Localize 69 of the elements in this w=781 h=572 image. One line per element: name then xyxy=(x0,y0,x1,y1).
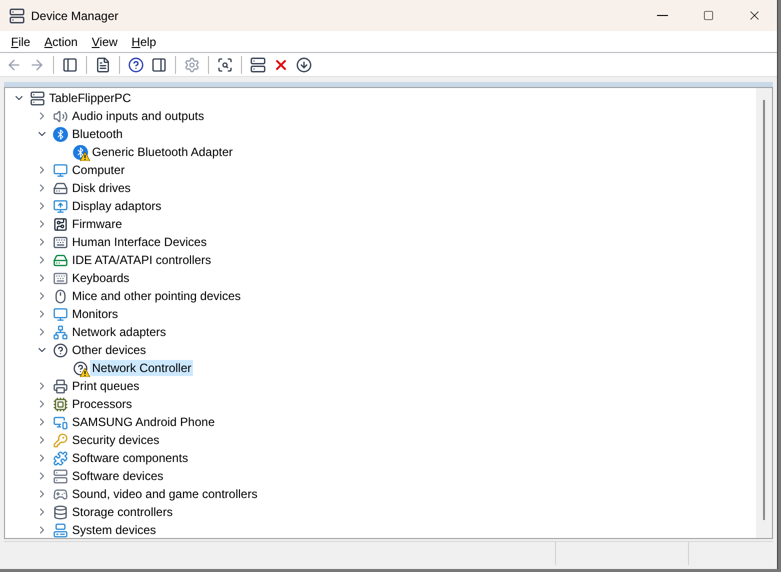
puzzle-icon xyxy=(52,450,68,466)
window-title: Device Manager xyxy=(31,8,118,24)
menu-item[interactable]: View xyxy=(84,32,125,50)
tree-item[interactable]: Processors xyxy=(70,396,134,412)
forward-icon xyxy=(29,56,45,72)
tree-item[interactable]: Other devices xyxy=(70,342,148,358)
keyboard-icon xyxy=(52,234,68,250)
download-icon xyxy=(296,56,312,72)
tree-item[interactable]: Software devices xyxy=(70,468,166,484)
monitor-icon xyxy=(52,306,68,322)
tree-item[interactable]: Software components xyxy=(70,450,190,466)
tree-item[interactable]: IDE ATA/ATAPI controllers xyxy=(70,252,214,268)
minimize-icon xyxy=(656,15,668,16)
toolbar-button[interactable] xyxy=(248,54,268,74)
tree-item[interactable]: TableFlipperPC xyxy=(47,90,134,106)
document-icon xyxy=(95,56,111,72)
tree-item[interactable]: Monitors xyxy=(70,306,120,322)
panel-icon xyxy=(62,56,78,72)
gear-icon xyxy=(184,56,200,72)
processor-icon xyxy=(52,396,68,412)
computer-icon xyxy=(52,522,68,538)
scrollbar[interactable] xyxy=(756,88,772,538)
storage-icon xyxy=(52,504,68,520)
bluetooth-icon xyxy=(52,126,68,142)
monitor-icon xyxy=(52,162,68,178)
scan-icon xyxy=(217,56,233,72)
drive-icon xyxy=(52,180,68,196)
computer-icon xyxy=(30,90,44,106)
tree-item[interactable]: SAMSUNG Android Phone xyxy=(70,414,217,430)
question-icon xyxy=(52,342,68,358)
tree-item[interactable]: Security devices xyxy=(70,432,162,448)
mouse-icon xyxy=(52,288,68,304)
printer-icon xyxy=(52,378,68,394)
tree-item[interactable]: System devices xyxy=(70,522,158,538)
tree-item[interactable]: Audio inputs and outputs xyxy=(70,108,206,124)
server-icon xyxy=(52,468,68,484)
toolbar-button[interactable] xyxy=(126,54,146,74)
maximize-icon xyxy=(702,10,714,21)
tree-item[interactable]: Mice and other pointing devices xyxy=(70,288,243,304)
tree-item[interactable]: Network Controller xyxy=(90,360,194,376)
device-icon xyxy=(250,56,266,72)
keyboard-icon xyxy=(52,270,68,286)
tree-item[interactable]: Sound, video and game controllers xyxy=(70,486,260,502)
panel-icon xyxy=(151,56,167,72)
tree-item[interactable]: Display adaptors xyxy=(70,198,164,214)
network-icon xyxy=(52,324,68,340)
tree-item[interactable]: Firmware xyxy=(70,216,124,232)
app-icon xyxy=(9,8,25,24)
tree-item[interactable]: Human Interface Devices xyxy=(70,234,209,250)
help-icon xyxy=(128,56,144,72)
monitor-icon xyxy=(52,198,68,214)
tree-item[interactable]: Print queues xyxy=(70,378,142,394)
monitor-icon xyxy=(52,414,68,430)
tree-item[interactable]: Keyboards xyxy=(70,270,132,286)
menu-item[interactable]: File xyxy=(4,32,38,50)
tree-item[interactable]: Bluetooth xyxy=(70,126,125,142)
menu-item[interactable]: Action xyxy=(37,32,85,50)
tree-item[interactable]: Generic Bluetooth Adapter xyxy=(90,144,235,160)
tree-item[interactable]: Computer xyxy=(70,162,127,178)
back-icon xyxy=(6,56,22,72)
key-icon xyxy=(52,432,68,448)
toolbar-button[interactable] xyxy=(294,54,314,74)
chip-icon xyxy=(52,216,68,232)
drive-icon xyxy=(52,252,68,268)
tree-item[interactable]: Disk drives xyxy=(70,180,133,196)
menu-item[interactable]: Help xyxy=(124,32,164,50)
tree-item[interactable]: Storage controllers xyxy=(70,504,175,520)
question-icon xyxy=(72,360,88,376)
tree-item[interactable]: Network adapters xyxy=(70,324,168,340)
